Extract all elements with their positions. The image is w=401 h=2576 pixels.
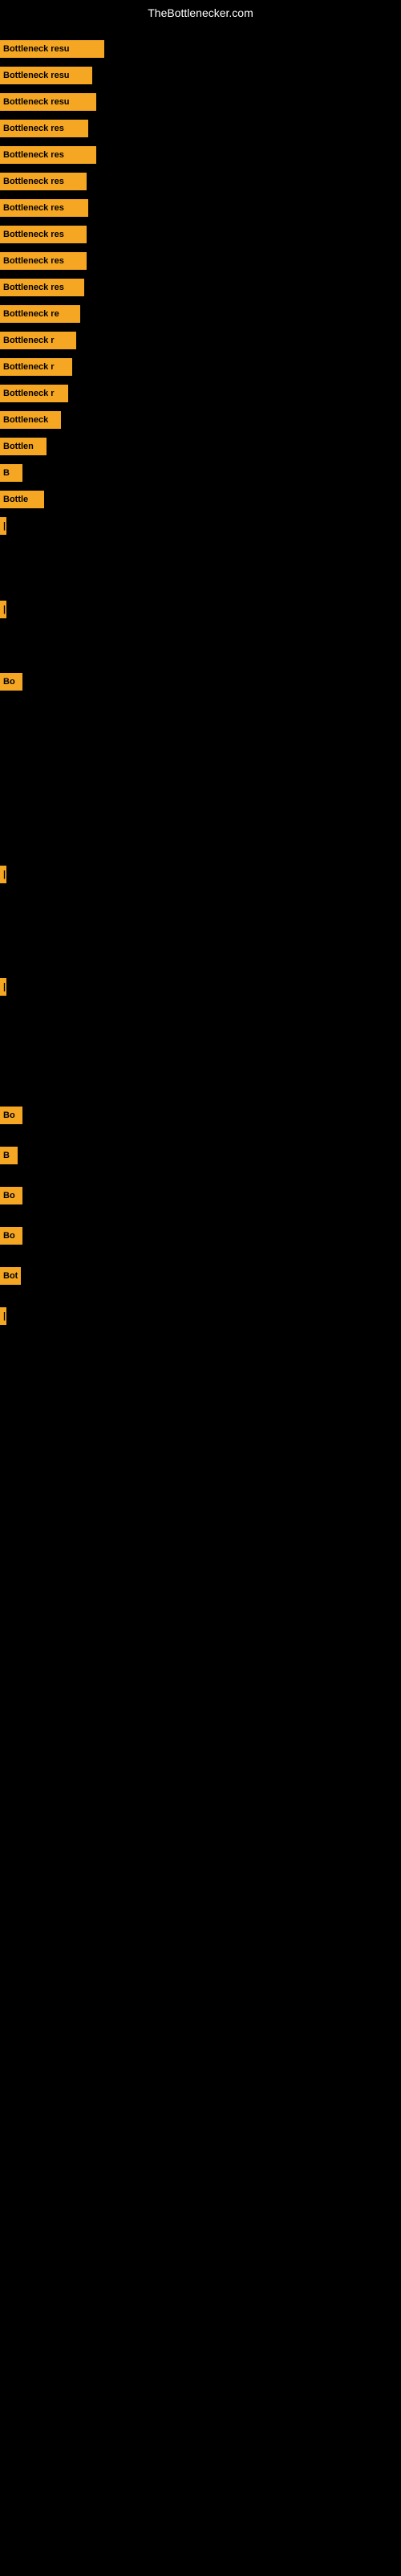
bar-label: Bottleneck res (0, 226, 87, 243)
bar-label: Bottle (0, 491, 44, 508)
bar-label: | (0, 866, 6, 883)
bar-item: Bottleneck resu (0, 67, 92, 84)
bar-item: Bottleneck r (0, 332, 76, 349)
bar-item: Bottleneck res (0, 173, 87, 190)
bar-label: | (0, 1307, 6, 1325)
bar-label: Bo (0, 1227, 22, 1245)
bar-item: Bottleneck res (0, 252, 87, 270)
bar-item: Bo (0, 1107, 22, 1124)
bar-label: B (0, 1147, 18, 1164)
bar-label: Bottleneck r (0, 358, 72, 376)
bar-label: Bo (0, 1187, 22, 1204)
bar-label: Bottleneck r (0, 385, 68, 402)
bar-item: Bo (0, 673, 22, 691)
bar-item: Bottleneck r (0, 385, 68, 402)
bar-label: Bottlen (0, 438, 47, 455)
bar-item: Bottleneck (0, 411, 61, 429)
bar-item: | (0, 1307, 6, 1325)
bar-item: Bo (0, 1187, 22, 1204)
bar-label: Bo (0, 1107, 22, 1124)
bar-label: Bottleneck resu (0, 93, 96, 111)
bar-item: Bottle (0, 491, 44, 508)
bar-label: Bottleneck res (0, 120, 88, 137)
bar-label: Bottleneck res (0, 279, 84, 296)
bar-label: Bottleneck resu (0, 67, 92, 84)
bar-item: Bottleneck res (0, 146, 96, 164)
site-title: TheBottlenecker.com (0, 0, 401, 22)
bar-label: | (0, 601, 6, 618)
bar-item: Bo (0, 1227, 22, 1245)
bar-item: | (0, 601, 6, 618)
bar-label: Bottleneck r (0, 332, 76, 349)
bar-item: | (0, 517, 6, 535)
bar-item: Bottleneck r (0, 358, 72, 376)
bar-item: B (0, 1147, 18, 1164)
bar-label: Bottleneck re (0, 305, 80, 323)
bar-label: | (0, 517, 6, 535)
bar-item: | (0, 866, 6, 883)
bar-item: Bottleneck res (0, 199, 88, 217)
bar-item: Bottleneck res (0, 279, 84, 296)
bar-item: Bottleneck resu (0, 93, 96, 111)
bar-item: Bottleneck res (0, 226, 87, 243)
bar-item: B (0, 464, 22, 482)
bar-label: B (0, 464, 22, 482)
bar-label: Bottleneck res (0, 173, 87, 190)
bar-label: | (0, 978, 6, 996)
bar-label: Bottleneck (0, 411, 61, 429)
bar-item: Bot (0, 1267, 21, 1285)
bar-item: Bottlen (0, 438, 47, 455)
bar-label: Bot (0, 1267, 21, 1285)
bar-item: Bottleneck res (0, 120, 88, 137)
bar-label: Bottleneck resu (0, 40, 104, 58)
bar-item: Bottleneck re (0, 305, 80, 323)
bar-label: Bo (0, 673, 22, 691)
bar-label: Bottleneck res (0, 146, 96, 164)
bar-item: Bottleneck resu (0, 40, 104, 58)
bar-label: Bottleneck res (0, 252, 87, 270)
bar-label: Bottleneck res (0, 199, 88, 217)
bar-item: | (0, 978, 6, 996)
